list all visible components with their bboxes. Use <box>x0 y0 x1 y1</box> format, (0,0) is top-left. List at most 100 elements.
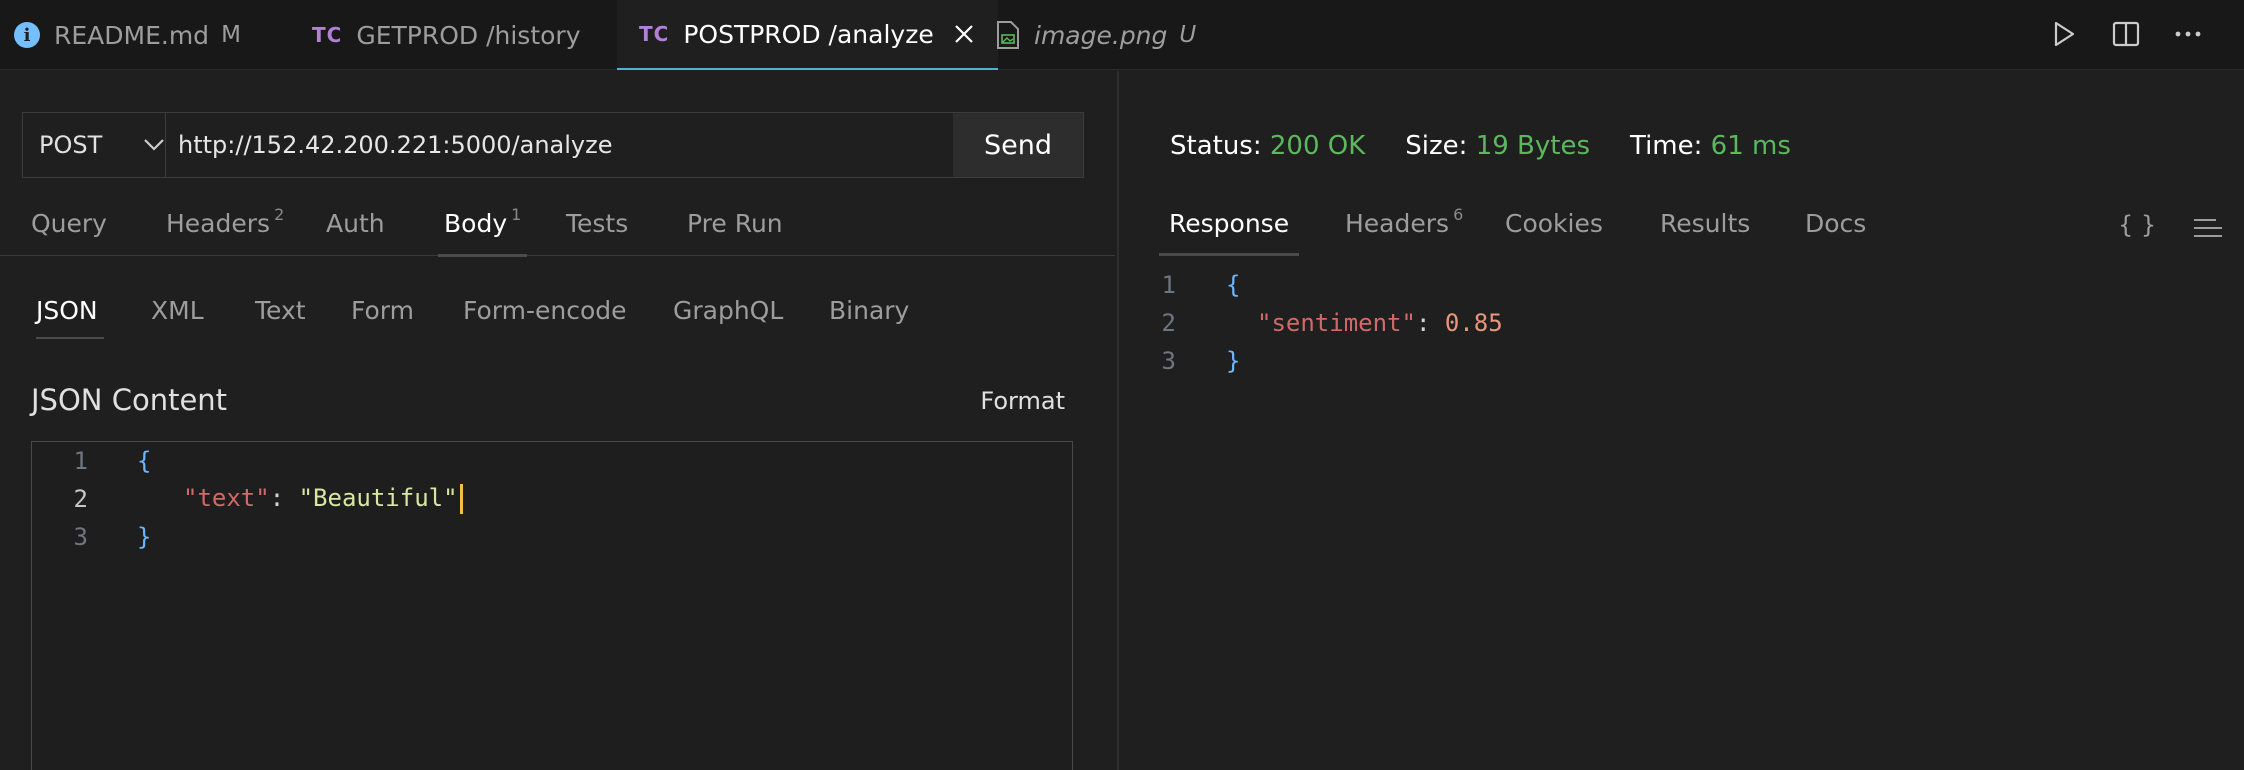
response-status-bar: Status: 200 OK Size: 19 Bytes Time: 61 m… <box>1170 131 1791 161</box>
body-tab-form-encode[interactable]: Form-encode <box>463 296 627 337</box>
info-icon: i <box>14 22 40 48</box>
json-body-editor[interactable]: 1 { 2 "text": "Beautiful" 3 } <box>31 441 1073 770</box>
format-button[interactable]: Format <box>980 387 1065 415</box>
json-key: "text" <box>183 484 270 512</box>
tab-body[interactable]: Body 1 <box>437 201 528 257</box>
tab-response-headers[interactable]: Headers 6 <box>1345 201 1463 256</box>
tab-label: Cookies <box>1505 209 1603 238</box>
app-window: i README.md M TC GETPROD /history TC POS… <box>0 0 2244 770</box>
time-value: 61 ms <box>1710 131 1791 161</box>
json-colon: : <box>1415 309 1445 337</box>
tab-docs[interactable]: Docs <box>1805 201 1866 256</box>
body-tab-xml[interactable]: XML <box>151 296 204 337</box>
tab-headers[interactable]: Headers 2 <box>166 201 284 256</box>
tab-label: Tests <box>566 209 629 238</box>
tab-pre-run[interactable]: Pre Run <box>687 201 783 256</box>
size-info: Size: 19 Bytes <box>1405 131 1590 161</box>
tab-tests[interactable]: Tests <box>566 201 628 256</box>
response-line: 1 { <box>1120 266 1241 304</box>
response-line: 2 "sentiment": 0.85 <box>1120 304 2244 342</box>
body-tab-graphql[interactable]: GraphQL <box>673 296 783 337</box>
close-icon[interactable] <box>952 22 976 46</box>
json-key: "sentiment" <box>1257 309 1416 337</box>
tab-cookies[interactable]: Cookies <box>1505 201 1603 256</box>
tab-auth[interactable]: Auth <box>326 201 385 256</box>
method-select[interactable]: POST <box>23 113 166 177</box>
json-content-title: JSON Content <box>31 383 228 417</box>
time-info: Time: 61 ms <box>1630 131 1791 161</box>
tab-postprod-analyze[interactable]: TC POSTPROD /analyze <box>617 0 998 70</box>
size-value: 19 Bytes <box>1475 131 1590 161</box>
size-label: Size: <box>1405 131 1468 161</box>
tab-label: Body <box>444 209 508 238</box>
status-label: Status: <box>1170 131 1262 161</box>
tab-label: Docs <box>1805 209 1867 238</box>
line-number: 2 <box>73 485 88 513</box>
tab-label: image.png <box>1034 20 1168 50</box>
request-tabs: Query Headers 2 Auth Body 1 Tests Pre Run <box>0 201 1115 257</box>
tc-icon: TC <box>312 23 343 47</box>
close-brace: } <box>1226 347 1241 375</box>
split-editor-icon[interactable] <box>2110 18 2142 50</box>
editor-line: 2 "text": "Beautiful" <box>32 480 1072 518</box>
line-number: 2 <box>1161 309 1176 337</box>
body-tab-json[interactable]: JSON <box>36 296 104 339</box>
send-button[interactable]: Send <box>953 113 1083 177</box>
code-content: "sentiment": 0.85 <box>1257 309 1503 337</box>
line-number: 1 <box>73 447 88 475</box>
response-line: 3 } <box>1120 342 1241 380</box>
line-number: 3 <box>73 523 88 551</box>
json-colon: : <box>269 484 299 512</box>
tab-label: Headers <box>166 209 271 238</box>
text-cursor <box>459 484 463 514</box>
tab-label: README.md <box>54 20 210 50</box>
json-number-value: 0.85 <box>1444 309 1503 337</box>
run-icon[interactable] <box>2048 18 2080 50</box>
headers-count: 6 <box>1453 205 1464 224</box>
close-brace: } <box>137 523 152 551</box>
open-brace: { <box>1226 271 1241 299</box>
tc-icon: TC <box>639 22 670 46</box>
tab-response[interactable]: Response <box>1158 201 1300 256</box>
body-type-tabs: JSON XML Text Form Form-encode GraphQL B… <box>0 296 1115 346</box>
tab-label: Pre Run <box>687 209 783 238</box>
tab-label: Results <box>1660 209 1751 238</box>
tab-label: Response <box>1169 209 1290 238</box>
body-tab-binary[interactable]: Binary <box>829 296 909 337</box>
time-label: Time: <box>1630 131 1703 161</box>
url-input[interactable]: http://152.42.200.221:5000/analyze <box>166 113 953 177</box>
status-value: 200 OK <box>1269 131 1366 161</box>
tab-label: Headers <box>1345 209 1450 238</box>
tab-getprod-history[interactable]: TC GETPROD /history <box>312 0 581 70</box>
pane-splitter[interactable] <box>1117 71 1119 770</box>
json-string-value: "Beautiful" <box>298 484 458 512</box>
headers-count: 2 <box>274 205 285 224</box>
tab-results[interactable]: Results <box>1660 201 1750 256</box>
chevron-down-icon <box>142 131 166 159</box>
status-info: Status: 200 OK <box>1170 131 1365 161</box>
untracked-badge: U <box>1179 22 1197 48</box>
line-number: 1 <box>1161 271 1176 299</box>
menu-lines-icon[interactable] <box>2194 217 2224 245</box>
code-content: "text": "Beautiful" <box>183 484 463 514</box>
request-url-bar: POST http://152.42.200.221:5000/analyze … <box>22 112 1084 178</box>
response-tabs: Response Headers 6 Cookies Results Docs <box>1120 201 2244 256</box>
editor-line: 3 } <box>32 518 152 556</box>
line-number: 3 <box>1161 347 1176 375</box>
tab-query[interactable]: Query <box>31 201 107 256</box>
tab-image-png[interactable]: image.png U <box>996 0 1196 70</box>
editor-actions <box>2048 18 2204 50</box>
tab-label: Auth <box>326 209 385 238</box>
body-tab-form[interactable]: Form <box>351 296 414 337</box>
modified-badge: M <box>221 22 241 48</box>
open-brace: { <box>137 447 152 475</box>
method-value: POST <box>39 131 103 159</box>
tab-label: GETPROD /history <box>356 20 581 50</box>
tab-readme[interactable]: i README.md M <box>14 0 241 70</box>
more-icon[interactable] <box>2172 18 2204 50</box>
editor-line: 1 { <box>32 442 152 480</box>
tab-label: Query <box>31 209 107 238</box>
braces-icon[interactable]: { } <box>2118 211 2156 239</box>
body-count: 1 <box>511 205 522 224</box>
body-tab-text[interactable]: Text <box>255 296 306 337</box>
